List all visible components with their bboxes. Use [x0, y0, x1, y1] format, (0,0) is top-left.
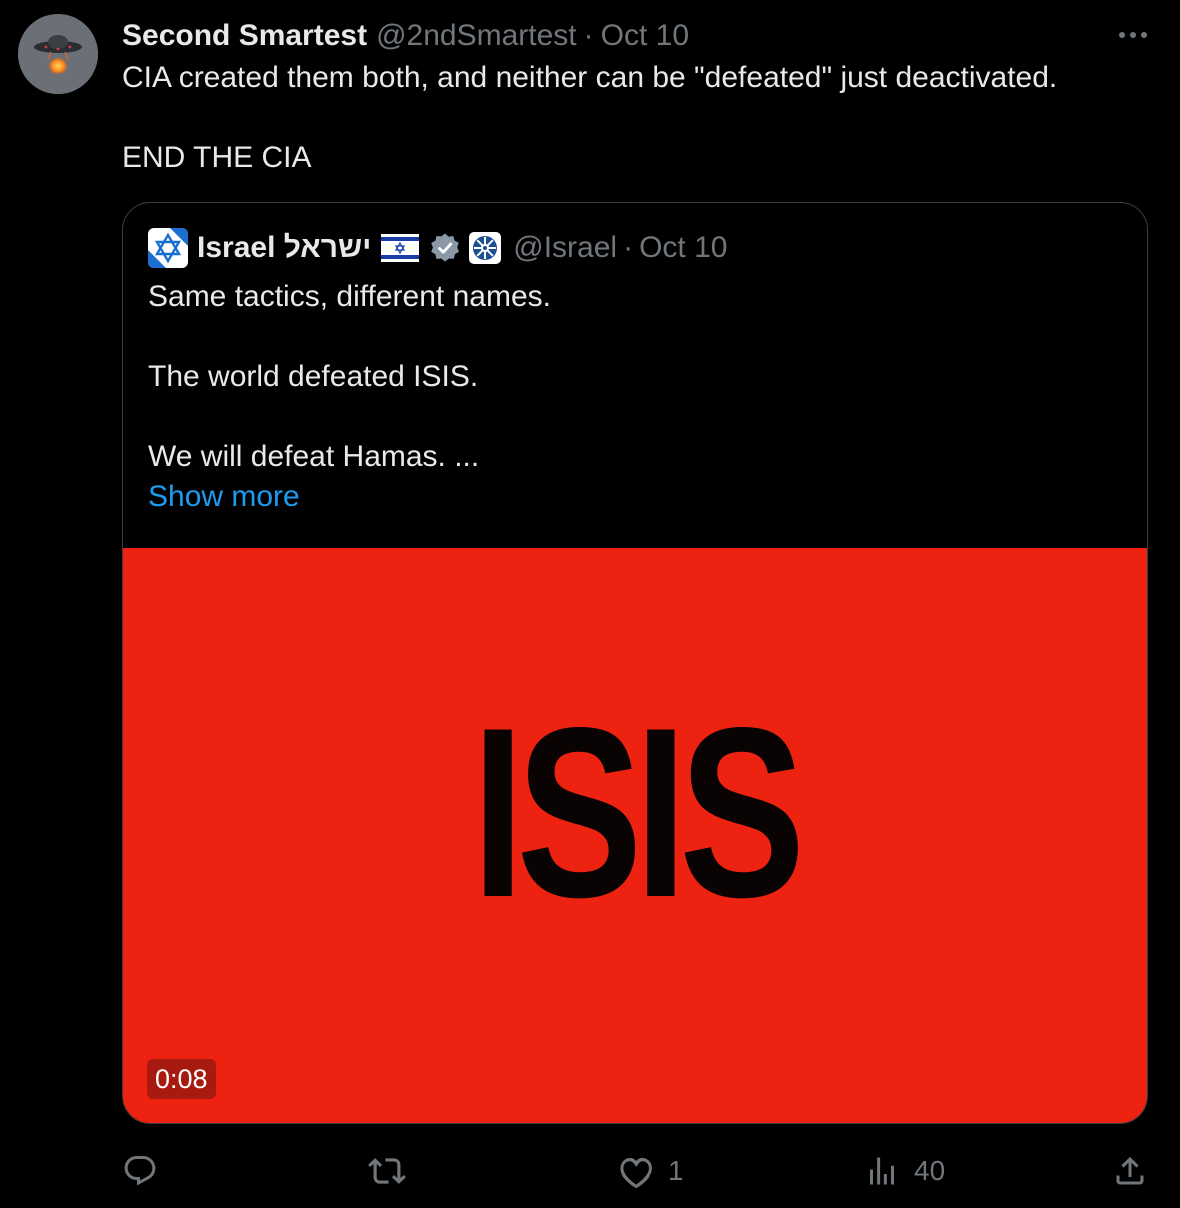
star-of-david-avatar-icon — [148, 228, 188, 268]
quoted-text-line: The world defeated ISIS. — [148, 360, 479, 393]
like-count: 1 — [668, 1155, 684, 1186]
tweet-text-line: END THE CIA — [122, 141, 312, 174]
retweet-icon — [368, 1158, 406, 1184]
ufo-avatar-image — [18, 14, 98, 94]
video-duration-badge: 0:08 — [147, 1059, 216, 1099]
like-button[interactable]: 1 — [618, 1148, 684, 1194]
quoted-tweet-card[interactable]: Israel ישראל @Israel · Oct 10 Same tacti… — [122, 202, 1148, 1124]
share-button[interactable] — [1112, 1148, 1148, 1194]
views-icon — [870, 1157, 894, 1185]
israel-flag-icon — [381, 234, 420, 262]
separator-dot: · — [623, 231, 634, 264]
quoted-text-line: We will defeat Hamas. ... — [148, 440, 480, 473]
reply-icon — [124, 1156, 156, 1186]
heart-icon — [620, 1157, 652, 1189]
retweet-button[interactable] — [368, 1148, 406, 1194]
quoted-date[interactable]: Oct 10 — [639, 231, 727, 265]
tweet-header: Second Smartest @2ndSmartest · Oct 10 — [122, 16, 689, 56]
separator-dot: · — [583, 19, 594, 52]
quoted-tweet-text: Same tactics, different names. The world… — [148, 277, 1128, 517]
tweet: Second Smartest @2ndSmartest · Oct 10 CI… — [0, 0, 1180, 1208]
author-display-name[interactable]: Second Smartest — [122, 19, 367, 53]
reply-button[interactable] — [122, 1148, 158, 1194]
avatar[interactable] — [18, 14, 98, 94]
ellipsis-icon — [1119, 32, 1147, 38]
affiliation-badge[interactable] — [469, 232, 502, 264]
video-player[interactable]: ISIS 0:08 — [123, 548, 1147, 1123]
share-icon — [1116, 1156, 1144, 1185]
author-handle[interactable]: @2ndSmartest — [376, 19, 577, 53]
affiliation-badge-icon — [469, 232, 502, 264]
quoted-display-name[interactable]: Israel ישראל — [197, 231, 371, 265]
quoted-text-line: Same tactics, different names. — [148, 280, 551, 313]
quoted-handle[interactable]: @Israel — [513, 231, 617, 265]
more-options-button[interactable] — [1116, 24, 1150, 46]
views-count: 40 — [914, 1155, 946, 1186]
quoted-avatar[interactable] — [148, 228, 188, 268]
views-button[interactable]: 40 — [864, 1148, 945, 1194]
quoted-tweet-header: Israel ישראל @Israel · Oct 10 — [148, 227, 727, 269]
action-bar: 1 40 — [122, 1148, 1152, 1198]
verified-badge-icon[interactable] — [429, 232, 461, 264]
tweet-date[interactable]: Oct 10 — [601, 19, 689, 53]
show-more-link[interactable]: Show more — [148, 477, 1128, 517]
tweet-text: CIA created them both, and neither can b… — [122, 58, 1142, 178]
tweet-text-line: CIA created them both, and neither can b… — [122, 61, 1058, 94]
video-frame-title: ISIS — [472, 678, 805, 948]
